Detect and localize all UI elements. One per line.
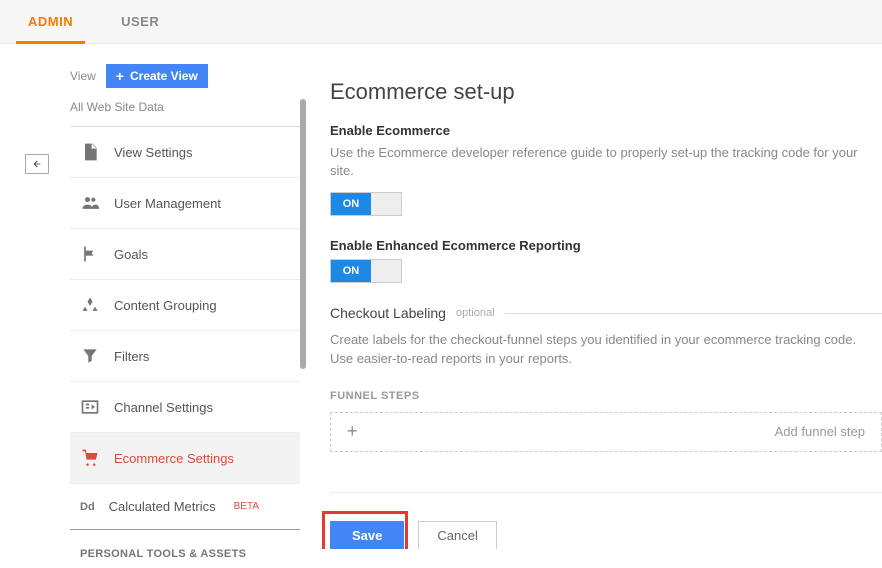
menu-label: Content Grouping — [114, 298, 217, 313]
page-title: Ecommerce set-up — [330, 79, 882, 105]
checkout-label: Checkout Labeling — [330, 305, 446, 321]
file-icon — [80, 142, 100, 162]
tab-admin[interactable]: ADMIN — [20, 0, 81, 43]
menu-label: Channel Settings — [114, 400, 213, 415]
funnel-steps-heading: FUNNEL STEPS — [330, 390, 882, 402]
sidebar-scrollbar[interactable] — [300, 99, 306, 369]
optional-label: optional — [456, 307, 495, 319]
sidebar-item-content-grouping[interactable]: Content Grouping — [70, 280, 300, 331]
grouping-icon — [80, 295, 100, 315]
data-source-label[interactable]: All Web Site Data — [70, 100, 300, 127]
enable-ecommerce-toggle[interactable]: ON — [330, 192, 402, 216]
plus-icon: + — [116, 69, 124, 83]
sidebar-item-goals[interactable]: Goals — [70, 229, 300, 280]
add-funnel-step[interactable]: + Add funnel step — [330, 412, 882, 452]
dd-icon: Dd — [80, 501, 95, 513]
sidebar-item-view-settings[interactable]: View Settings — [70, 127, 300, 178]
sidebar-item-calculated-metrics[interactable]: Dd Calculated Metrics BETA — [70, 484, 300, 529]
cart-icon — [80, 448, 100, 468]
toggle-on-label: ON — [331, 260, 371, 282]
view-row: View + Create View — [70, 64, 300, 88]
create-view-label: Create View — [130, 69, 198, 83]
sidebar: View + Create View All Web Site Data Vie… — [0, 44, 300, 549]
sidebar-item-ecommerce-settings[interactable]: Ecommerce Settings — [70, 433, 300, 484]
menu-label: Ecommerce Settings — [114, 451, 234, 466]
menu-label: Goals — [114, 247, 148, 262]
sidebar-item-user-management[interactable]: User Management — [70, 178, 300, 229]
sidebar-item-filters[interactable]: Filters — [70, 331, 300, 382]
users-icon — [80, 193, 100, 213]
checkout-labeling-header: Checkout Labeling optional — [330, 305, 882, 321]
sidebar-item-channel-settings[interactable]: Channel Settings — [70, 382, 300, 433]
menu-label: User Management — [114, 196, 221, 211]
divider-line — [505, 313, 882, 314]
channel-icon — [80, 397, 100, 417]
tab-user[interactable]: USER — [113, 0, 167, 43]
menu-label: Filters — [114, 349, 149, 364]
plus-icon: + — [347, 421, 358, 442]
back-button[interactable] — [25, 154, 49, 174]
create-view-button[interactable]: + Create View — [106, 64, 208, 88]
funnel-placeholder: Add funnel step — [358, 424, 865, 439]
menu-label: Calculated Metrics — [109, 499, 216, 514]
enhanced-ecommerce-toggle[interactable]: ON — [330, 259, 402, 283]
beta-badge: BETA — [234, 501, 259, 512]
menu-label: View Settings — [114, 145, 193, 160]
filter-icon — [80, 346, 100, 366]
top-tabs: ADMIN USER — [0, 0, 882, 44]
flag-icon — [80, 244, 100, 264]
save-button[interactable]: Save — [330, 521, 404, 549]
enhanced-ecommerce-heading: Enable Enhanced Ecommerce Reporting — [330, 238, 882, 253]
toggle-on-label: ON — [331, 193, 371, 215]
main-panel: Ecommerce set-up Enable Ecommerce Use th… — [300, 44, 882, 549]
arrow-left-icon — [30, 159, 44, 169]
action-row: Save Cancel — [330, 492, 882, 549]
content-area: View + Create View All Web Site Data Vie… — [0, 44, 882, 549]
view-label: View — [70, 69, 96, 83]
enable-ecommerce-desc: Use the Ecommerce developer reference gu… — [330, 144, 882, 180]
toggle-off-slot — [371, 193, 401, 215]
toggle-off-slot — [371, 260, 401, 282]
cancel-button[interactable]: Cancel — [418, 521, 496, 549]
enable-ecommerce-heading: Enable Ecommerce — [330, 123, 882, 138]
checkout-desc: Create labels for the checkout-funnel st… — [330, 331, 882, 367]
